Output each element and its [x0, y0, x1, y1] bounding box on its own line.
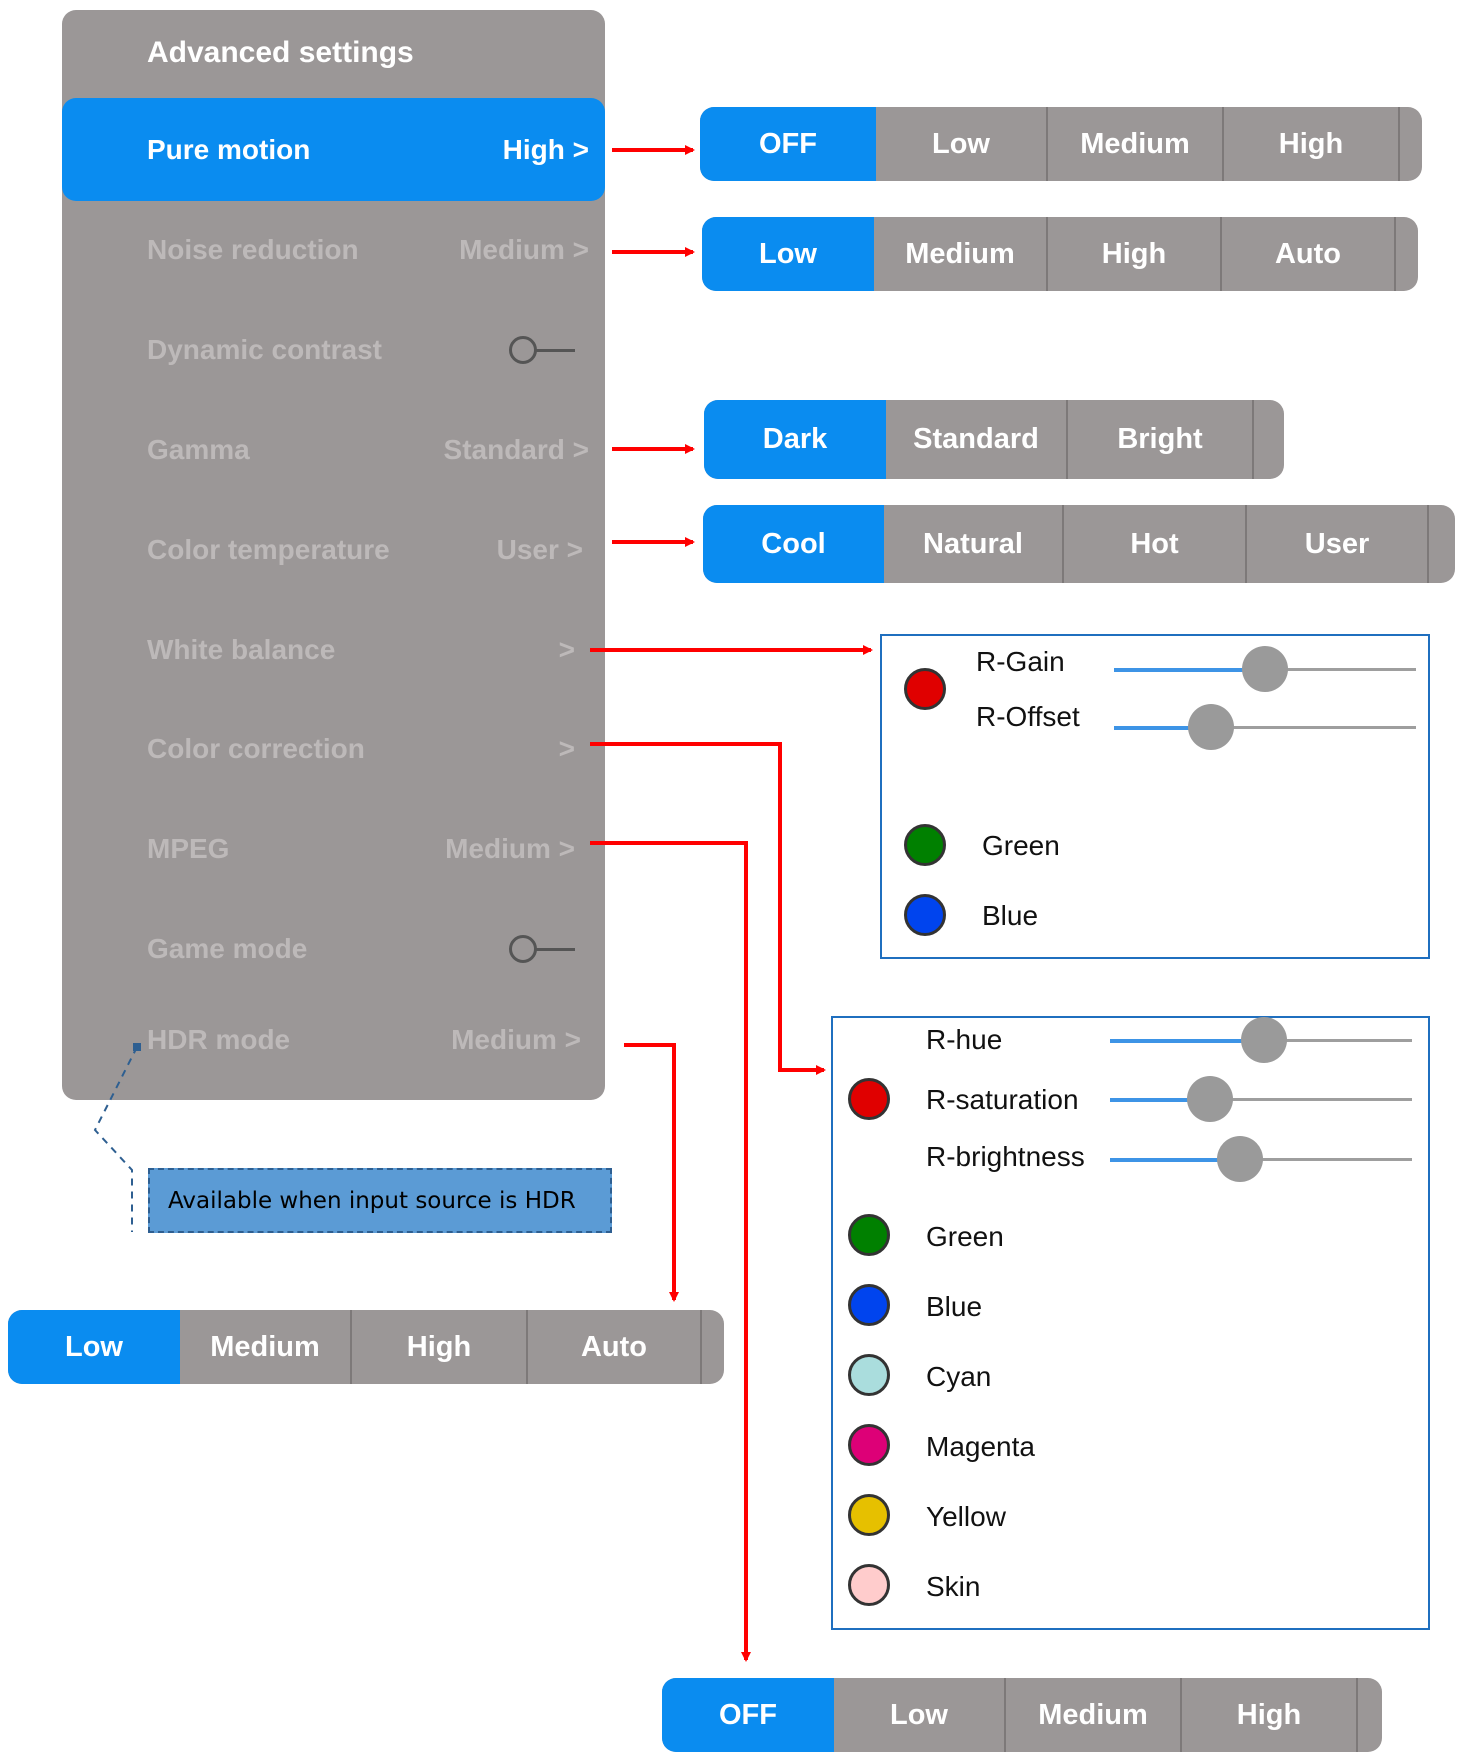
- arrow-color-correction: [590, 742, 826, 1075]
- arrow-hdr-mode: [624, 1043, 679, 1302]
- connector-arrows: [93, 145, 873, 1662]
- hdr-note-leader-end: [133, 1043, 141, 1051]
- arrow-mpeg: [590, 841, 751, 1662]
- hdr-note-leader: [93, 1046, 138, 1232]
